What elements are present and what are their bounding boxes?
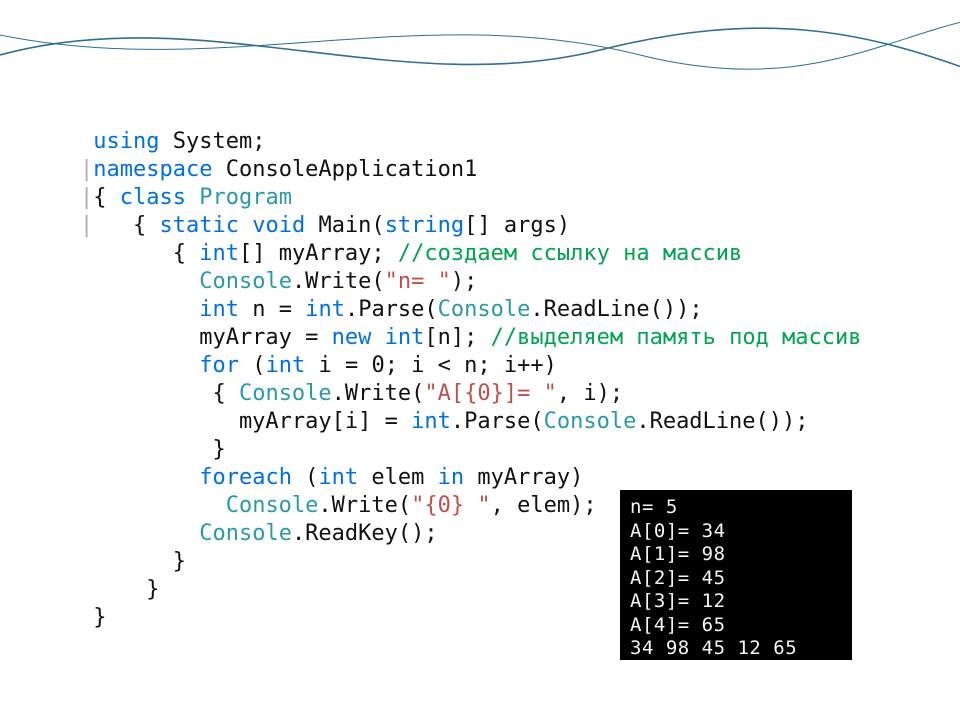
console-line: n= 5: [630, 496, 842, 520]
console-output: n= 5 A[0]= 34 A[1]= 98 A[2]= 45 A[3]= 12…: [620, 490, 852, 660]
code-line: for (int i = 0; i < n; i++): [80, 352, 862, 380]
code-line: |namespace ConsoleApplication1: [80, 156, 862, 184]
code-line: |{ class Program: [80, 184, 862, 212]
code-line: | { static void Main(string[] args): [80, 212, 862, 240]
console-line: A[2]= 45: [630, 567, 842, 591]
code-line: { Console.Write("A[{0}]= ", i);: [80, 380, 862, 408]
code-line: myArray = new int[n]; //выделяем память …: [80, 324, 862, 352]
code-line: Console.Write("n= ");: [80, 268, 862, 296]
console-line: A[1]= 98: [630, 543, 842, 567]
code-line: }: [80, 436, 862, 464]
code-line: int n = int.Parse(Console.ReadLine());: [80, 296, 862, 324]
console-line: A[3]= 12: [630, 590, 842, 614]
code-line: foreach (int elem in myArray): [80, 464, 862, 492]
code-line: using System;: [80, 128, 862, 156]
console-line: A[0]= 34: [630, 520, 842, 544]
code-line: { int[] myArray; //создаем ссылку на мас…: [80, 240, 862, 268]
decorative-curve: [0, 0, 960, 90]
code-line: myArray[i] = int.Parse(Console.ReadLine(…: [80, 408, 862, 436]
console-line: A[4]= 65: [630, 614, 842, 638]
console-line: 34 98 45 12 65: [630, 637, 842, 661]
